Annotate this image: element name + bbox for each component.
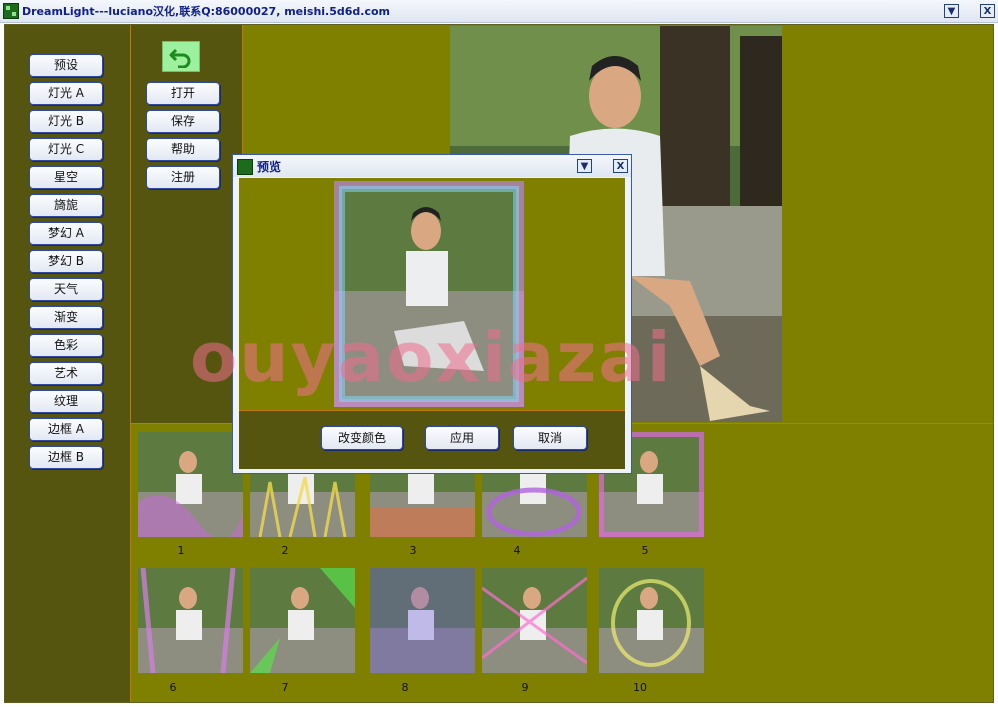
thumbnail-label: 9 <box>521 681 529 694</box>
dialog-minimize-button[interactable]: ▼ <box>577 159 592 173</box>
dialog-title: 预览 <box>257 160 282 174</box>
save-button[interactable]: 保存 <box>146 110 220 133</box>
effect-button-light-c[interactable]: 灯光 C <box>29 138 103 161</box>
effect-button-charming[interactable]: 旖旎 <box>29 194 103 217</box>
effect-button-art[interactable]: 艺术 <box>29 362 103 385</box>
preview-area <box>239 178 625 411</box>
effect-button-dream-a[interactable]: 梦幻 A <box>29 222 103 245</box>
preview-image <box>334 181 524 407</box>
effect-button-texture[interactable]: 纹理 <box>29 390 103 413</box>
app-icon <box>237 159 253 175</box>
dialog-title-bar[interactable]: 预览 ▼ X <box>233 155 631 177</box>
minimize-button[interactable]: ▼ <box>944 4 959 18</box>
thumbnail-label: 6 <box>169 681 177 694</box>
effect-button-preset[interactable]: 预设 <box>29 54 103 77</box>
effect-button-border-a[interactable]: 边框 A <box>29 418 103 441</box>
dialog-close-button[interactable]: X <box>613 159 628 173</box>
effect-button-light-b[interactable]: 灯光 B <box>29 110 103 133</box>
title-bar: DreamLight---luciano汉化,联系Q:86000027, mei… <box>0 0 998 23</box>
effect-thumbnail-7[interactable] <box>250 568 355 673</box>
change-color-button[interactable]: 改变颜色 <box>321 426 403 450</box>
undo-arrow-icon <box>169 48 191 68</box>
effect-thumbnail-1[interactable] <box>138 432 243 537</box>
app-icon <box>3 3 19 19</box>
divider <box>130 25 131 702</box>
open-button[interactable]: 打开 <box>146 82 220 105</box>
effect-thumbnail-10[interactable] <box>599 568 704 673</box>
thumbnail-label: 2 <box>281 544 289 557</box>
thumbnail-label: 1 <box>177 544 185 557</box>
effect-thumbnail-9[interactable] <box>482 568 587 673</box>
effect-thumbnail-8[interactable] <box>370 568 475 673</box>
help-button[interactable]: 帮助 <box>146 138 220 161</box>
effect-thumbnail-6[interactable] <box>138 568 243 673</box>
effect-button-dream-b[interactable]: 梦幻 B <box>29 250 103 273</box>
close-button[interactable]: X <box>980 4 995 18</box>
window-title: DreamLight---luciano汉化,联系Q:86000027, mei… <box>22 5 391 18</box>
thumbnail-label: 3 <box>409 544 417 557</box>
thumbnail-label: 4 <box>513 544 521 557</box>
apply-button[interactable]: 应用 <box>425 426 499 450</box>
undo-button[interactable] <box>162 41 200 72</box>
effect-button-weather[interactable]: 天气 <box>29 278 103 301</box>
thumbnail-label: 7 <box>281 681 289 694</box>
effect-button-border-b[interactable]: 边框 B <box>29 446 103 469</box>
effect-button-color[interactable]: 色彩 <box>29 334 103 357</box>
thumbnail-label: 10 <box>633 681 647 694</box>
thumbnail-label: 5 <box>641 544 649 557</box>
effect-button-light-a[interactable]: 灯光 A <box>29 82 103 105</box>
effect-button-gradient[interactable]: 渐变 <box>29 306 103 329</box>
effect-button-starry[interactable]: 星空 <box>29 166 103 189</box>
thumbnail-label: 8 <box>401 681 409 694</box>
register-button[interactable]: 注册 <box>146 166 220 189</box>
cancel-button[interactable]: 取消 <box>513 426 587 450</box>
preview-dialog: 预览 ▼ X 改变颜色 应用 取消 <box>232 154 632 474</box>
